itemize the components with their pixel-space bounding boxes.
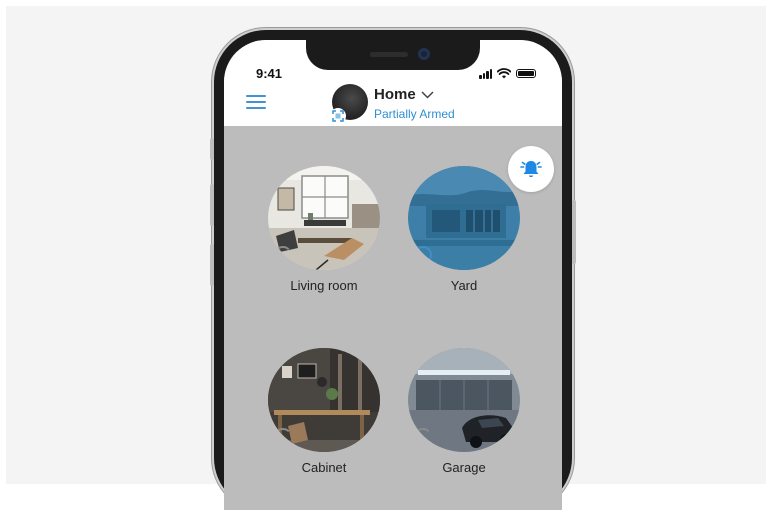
room-photo-cabinet: [268, 348, 380, 452]
mute-switch: [210, 138, 214, 160]
chevron-down-icon: [421, 90, 434, 99]
room-card-garage[interactable]: Garage: [406, 348, 522, 475]
front-camera: [418, 48, 430, 60]
room-card-living-room[interactable]: Living room: [266, 166, 382, 293]
room-card-yard[interactable]: Yard: [406, 166, 522, 293]
arm-state-ring-icon: [274, 246, 292, 264]
signal-icon: [479, 68, 492, 79]
earpiece-speaker: [370, 52, 408, 57]
phone-screen: 9:41 Home Partially Armed Living room Ya…: [224, 40, 562, 510]
partial-arm-icon: [330, 108, 346, 124]
wifi-icon: [497, 68, 511, 79]
hamburger-menu-icon[interactable]: [246, 94, 268, 110]
room-photo-living-room: [268, 166, 380, 270]
power-button: [572, 200, 576, 264]
hub-security-status: Partially Armed: [374, 107, 455, 121]
room-photo-yard: [408, 166, 520, 270]
arm-state-ring-icon: [274, 428, 292, 446]
notch: [306, 40, 480, 70]
status-time: 9:41: [256, 66, 283, 81]
room-photo-garage: [408, 348, 520, 452]
arm-state-ring-icon: [414, 246, 432, 264]
volume-up-button: [210, 184, 214, 226]
hub-name: Home: [374, 86, 416, 103]
phone-frame: 9:41 Home Partially Armed Living room Ya…: [210, 30, 576, 510]
battery-icon: [516, 69, 536, 78]
status-icons: [479, 68, 536, 79]
room-name: Yard: [450, 278, 478, 293]
volume-down-button: [210, 244, 214, 286]
room-name: Cabinet: [301, 460, 347, 475]
app-header: 9:41 Home Partially Armed: [224, 40, 562, 126]
hub-avatar[interactable]: [330, 84, 368, 124]
hub-selector[interactable]: Home: [374, 86, 434, 103]
room-name: Garage: [442, 460, 486, 475]
room-name: Living room: [290, 278, 358, 293]
arm-state-ring-icon: [414, 428, 432, 446]
room-card-cabinet[interactable]: Cabinet: [266, 348, 382, 475]
